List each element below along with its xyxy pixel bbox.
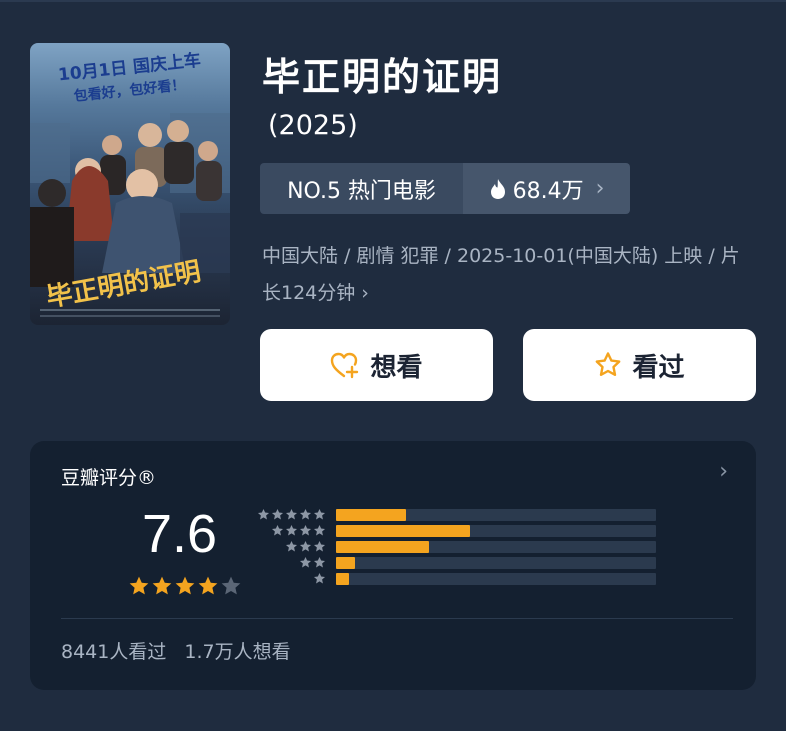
star-filled-icon [198,576,218,595]
distribution-row-3-star [256,540,656,554]
rating-stars [128,575,242,597]
distribution-bar-track [336,541,656,553]
rank-label: NO.5 热门电影 [260,163,463,214]
star-filled-icon [129,576,149,595]
chevron-right-icon: › [355,282,369,304]
chevron-right-icon[interactable]: › [719,459,728,484]
distribution-bar-track [336,573,656,585]
heat-section[interactable]: 68.4万 › [463,163,630,214]
star-small-icon [285,508,298,520]
rank-badge[interactable]: NO.5 热门电影 68.4万 › [260,163,630,214]
star-small-icon [313,524,326,536]
movie-year: (2025) [268,110,358,141]
flame-icon [490,178,505,199]
rating-title: 豆瓣评分® [61,467,157,489]
distribution-bar-track [336,525,656,537]
star-empty-icon [221,576,241,595]
distribution-row-2-star [256,556,656,570]
distribution-row-1-star [256,572,656,586]
distribution-stars [285,540,326,553]
star-small-icon [257,508,270,520]
heat-value: 68.4万 [512,178,584,204]
star-small-icon [285,524,298,536]
distribution-bar-fill [336,557,356,569]
star-small-icon [299,508,312,520]
watched-count: 8441人看过 [61,641,167,663]
distribution-stars [271,524,326,537]
star-small-icon [299,556,312,568]
star-small-icon [313,556,326,568]
distribution-bar-fill [336,509,407,521]
card-divider [61,618,733,619]
seen-label: 看过 [632,352,685,383]
star-outline-icon [596,352,621,376]
movie-meta[interactable]: 中国大陆 / 剧情 犯罪 / 2025-10-01(中国大陆) 上映 / 片长1… [262,238,752,312]
star-small-icon [313,508,326,520]
star-small-icon [313,540,326,552]
distribution-bar-fill [336,541,429,553]
want-label: 想看 [370,352,423,383]
star-filled-icon [175,576,195,595]
rating-stats: 8441人看过 1.7万人想看 [61,637,291,664]
rating-card[interactable]: 豆瓣评分® › 7.6 8441人看过 1.7万人想看 [30,441,756,690]
chevron-right-icon: › [595,176,605,201]
star-small-icon [299,540,312,552]
rating-score: 7.6 [142,504,218,564]
star-filled-icon [152,576,172,595]
want-to-watch-button[interactable]: 想看 [260,329,493,401]
distribution-row-5-star [256,508,656,522]
star-small-icon [271,524,284,536]
distribution-bar-track [336,557,656,569]
star-small-icon [299,524,312,536]
star-small-icon [285,540,298,552]
distribution-bar-track [336,509,656,521]
watched-button[interactable]: 看过 [523,329,756,401]
movie-poster[interactable]: 10月1日 国庆上车 包看好，包好看！ 毕正明的证明 [30,43,230,325]
distribution-bar-fill [336,573,349,585]
movie-title: 毕正明的证明 [262,55,503,99]
distribution-stars [299,556,326,569]
meta-text: 中国大陆 / 剧情 犯罪 / 2025-10-01(中国大陆) 上映 / 片长1… [262,245,740,304]
heart-plus-icon [331,352,359,379]
star-small-icon [271,508,284,520]
wanted-count: 1.7万人想看 [184,641,291,663]
distribution-stars [257,508,326,521]
top-divider [0,0,786,2]
distribution-stars [313,572,326,585]
distribution-bar-fill [336,525,471,537]
distribution-row-4-star [256,524,656,538]
star-small-icon [313,572,326,584]
